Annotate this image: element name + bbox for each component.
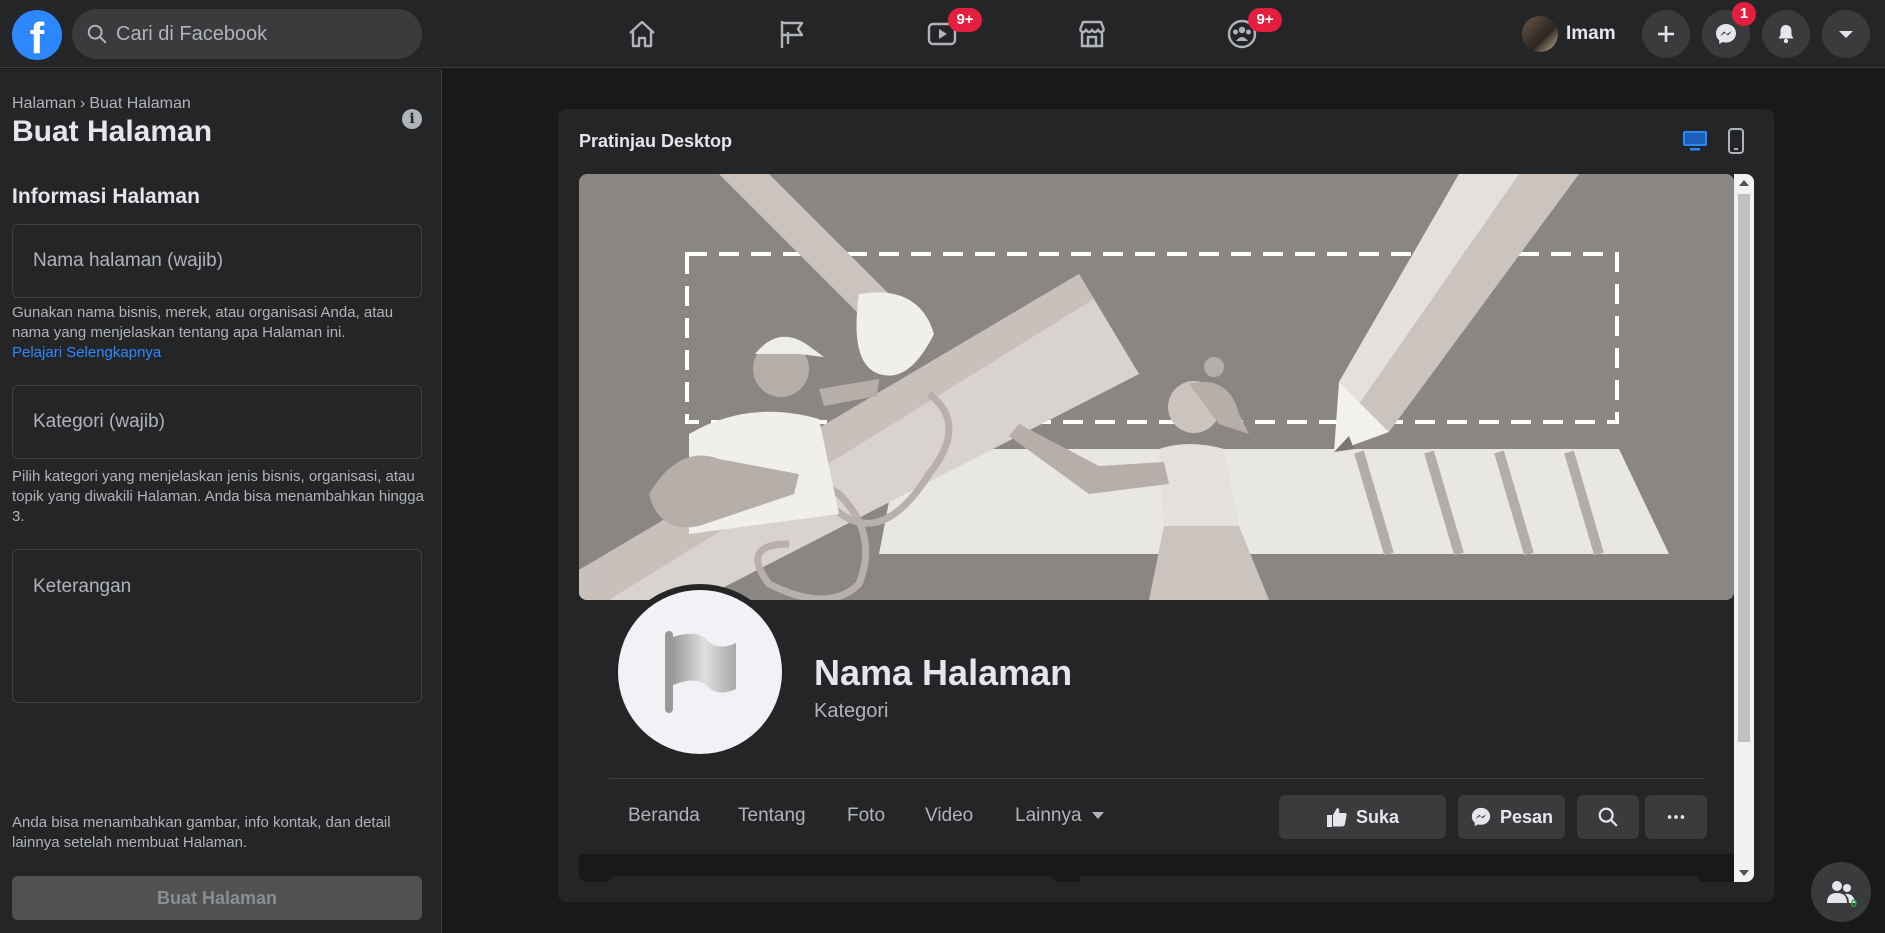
post-card-placeholder xyxy=(1079,876,1699,882)
facebook-logo[interactable]: f xyxy=(12,10,62,60)
page-name-help-text: Gunakan nama bisnis, merek, atau organis… xyxy=(12,304,394,341)
flag-icon xyxy=(780,21,804,48)
marketplace-icon xyxy=(1078,20,1106,48)
page-body-strip xyxy=(579,854,1734,882)
message-button-label: Pesan xyxy=(1499,806,1554,827)
nav-pages[interactable] xyxy=(750,10,834,58)
contacts-count: 0 xyxy=(1850,898,1857,910)
page-preview-frame: Nama Halaman Kategori Beranda Tentang Fo… xyxy=(579,174,1754,882)
page-name-input[interactable] xyxy=(13,225,421,297)
profile-picture-placeholder[interactable] xyxy=(612,584,788,760)
groups-notification-badge: 9+ xyxy=(1248,8,1282,32)
preview-scrollbar[interactable] xyxy=(1734,174,1754,882)
breadcrumb: Halaman › Buat Halaman xyxy=(12,95,191,113)
tab-videos[interactable]: Video xyxy=(925,805,973,827)
divider xyxy=(609,778,1704,779)
cover-photo-placeholder[interactable] xyxy=(579,174,1734,600)
tab-more[interactable]: Lainnya xyxy=(1015,805,1104,827)
page-search-button[interactable] xyxy=(1577,795,1639,839)
mobile-view-toggle[interactable] xyxy=(1722,127,1750,155)
page-more-button[interactable] xyxy=(1645,795,1707,839)
preview-page-category: Kategori xyxy=(814,700,889,722)
top-navigation-bar: f 9+ 9+ Imam 1 xyxy=(0,0,1885,68)
breadcrumb-pages-link[interactable]: Halaman xyxy=(12,95,76,112)
cover-illustration xyxy=(579,174,1734,600)
search-icon xyxy=(87,24,107,44)
profile-name: Imam xyxy=(1566,23,1616,44)
page-title: Buat Halaman xyxy=(12,115,213,148)
flag-icon xyxy=(665,631,736,713)
mobile-phone-icon xyxy=(1728,128,1744,154)
avatar xyxy=(1522,16,1558,52)
notifications-button[interactable] xyxy=(1762,10,1810,58)
messenger-icon xyxy=(1471,807,1491,827)
message-button[interactable]: Pesan xyxy=(1458,795,1565,839)
messenger-badge: 1 xyxy=(1732,2,1756,26)
create-page-button[interactable]: Buat Halaman xyxy=(12,876,422,920)
bell-icon xyxy=(1778,25,1794,44)
like-button-label: Suka xyxy=(1355,806,1400,827)
like-button[interactable]: Suka xyxy=(1279,795,1446,839)
chevron-down-icon xyxy=(1839,31,1853,38)
messenger-button[interactable]: 1 xyxy=(1702,2,1756,58)
search-input[interactable] xyxy=(116,9,406,59)
desktop-icon xyxy=(1683,131,1707,151)
profile-shortcut[interactable]: Imam xyxy=(1522,14,1616,54)
messenger-icon xyxy=(1716,24,1736,44)
watch-notification-badge: 9+ xyxy=(948,8,982,32)
description-field[interactable] xyxy=(12,549,422,703)
nav-marketplace[interactable] xyxy=(1050,10,1134,58)
category-field[interactable] xyxy=(12,385,422,459)
plus-icon xyxy=(1658,26,1674,42)
breadcrumb-separator: › xyxy=(80,95,86,112)
nav-watch[interactable]: 9+ xyxy=(900,8,984,58)
desktop-preview-card: Pratinjau Desktop Nama Halaman Kategori … xyxy=(558,109,1774,902)
create-page-sidebar: Halaman › Buat Halaman Buat Halaman i Info… xyxy=(0,69,442,933)
category-input[interactable] xyxy=(13,386,421,458)
scroll-thumb[interactable] xyxy=(1738,194,1750,742)
breadcrumb-current: Buat Halaman xyxy=(89,95,191,112)
page-name-help: Gunakan nama bisnis, merek, atau organis… xyxy=(12,303,432,363)
desktop-view-toggle[interactable] xyxy=(1681,127,1709,155)
search-icon xyxy=(1598,807,1618,827)
preview-page-name: Nama Halaman xyxy=(814,652,1073,693)
tab-about[interactable]: Tentang xyxy=(738,805,806,827)
description-input[interactable] xyxy=(13,550,421,702)
tab-photos[interactable]: Foto xyxy=(847,805,885,827)
tab-home[interactable]: Beranda xyxy=(628,805,700,827)
page-preview-content: Nama Halaman Kategori Beranda Tentang Fo… xyxy=(579,174,1734,882)
new-message-contacts-button[interactable]: 0 xyxy=(1811,862,1871,922)
category-help: Pilih kategori yang menjelaskan jenis bi… xyxy=(12,468,424,525)
page-name-field[interactable] xyxy=(12,224,422,298)
section-title: Informasi Halaman xyxy=(12,185,200,208)
intro-card-placeholder xyxy=(609,876,1056,882)
info-icon[interactable]: i xyxy=(402,109,422,129)
more-icon xyxy=(1667,815,1685,819)
nav-groups[interactable]: 9+ xyxy=(1200,8,1284,58)
create-menu-button[interactable] xyxy=(1642,10,1690,58)
account-menu-button[interactable] xyxy=(1822,10,1870,58)
preview-title: Pratinjau Desktop xyxy=(579,131,733,151)
footer-note: Anda bisa menambahkan gambar, info konta… xyxy=(12,814,391,851)
nav-home[interactable] xyxy=(600,10,684,58)
thumbs-up-icon xyxy=(1326,808,1347,827)
learn-more-link[interactable]: Pelajari Selengkapnya xyxy=(12,344,161,361)
search-box[interactable] xyxy=(72,9,422,59)
home-icon xyxy=(629,20,655,48)
scroll-down-arrow[interactable] xyxy=(1739,870,1749,876)
scroll-up-arrow[interactable] xyxy=(1739,180,1749,186)
